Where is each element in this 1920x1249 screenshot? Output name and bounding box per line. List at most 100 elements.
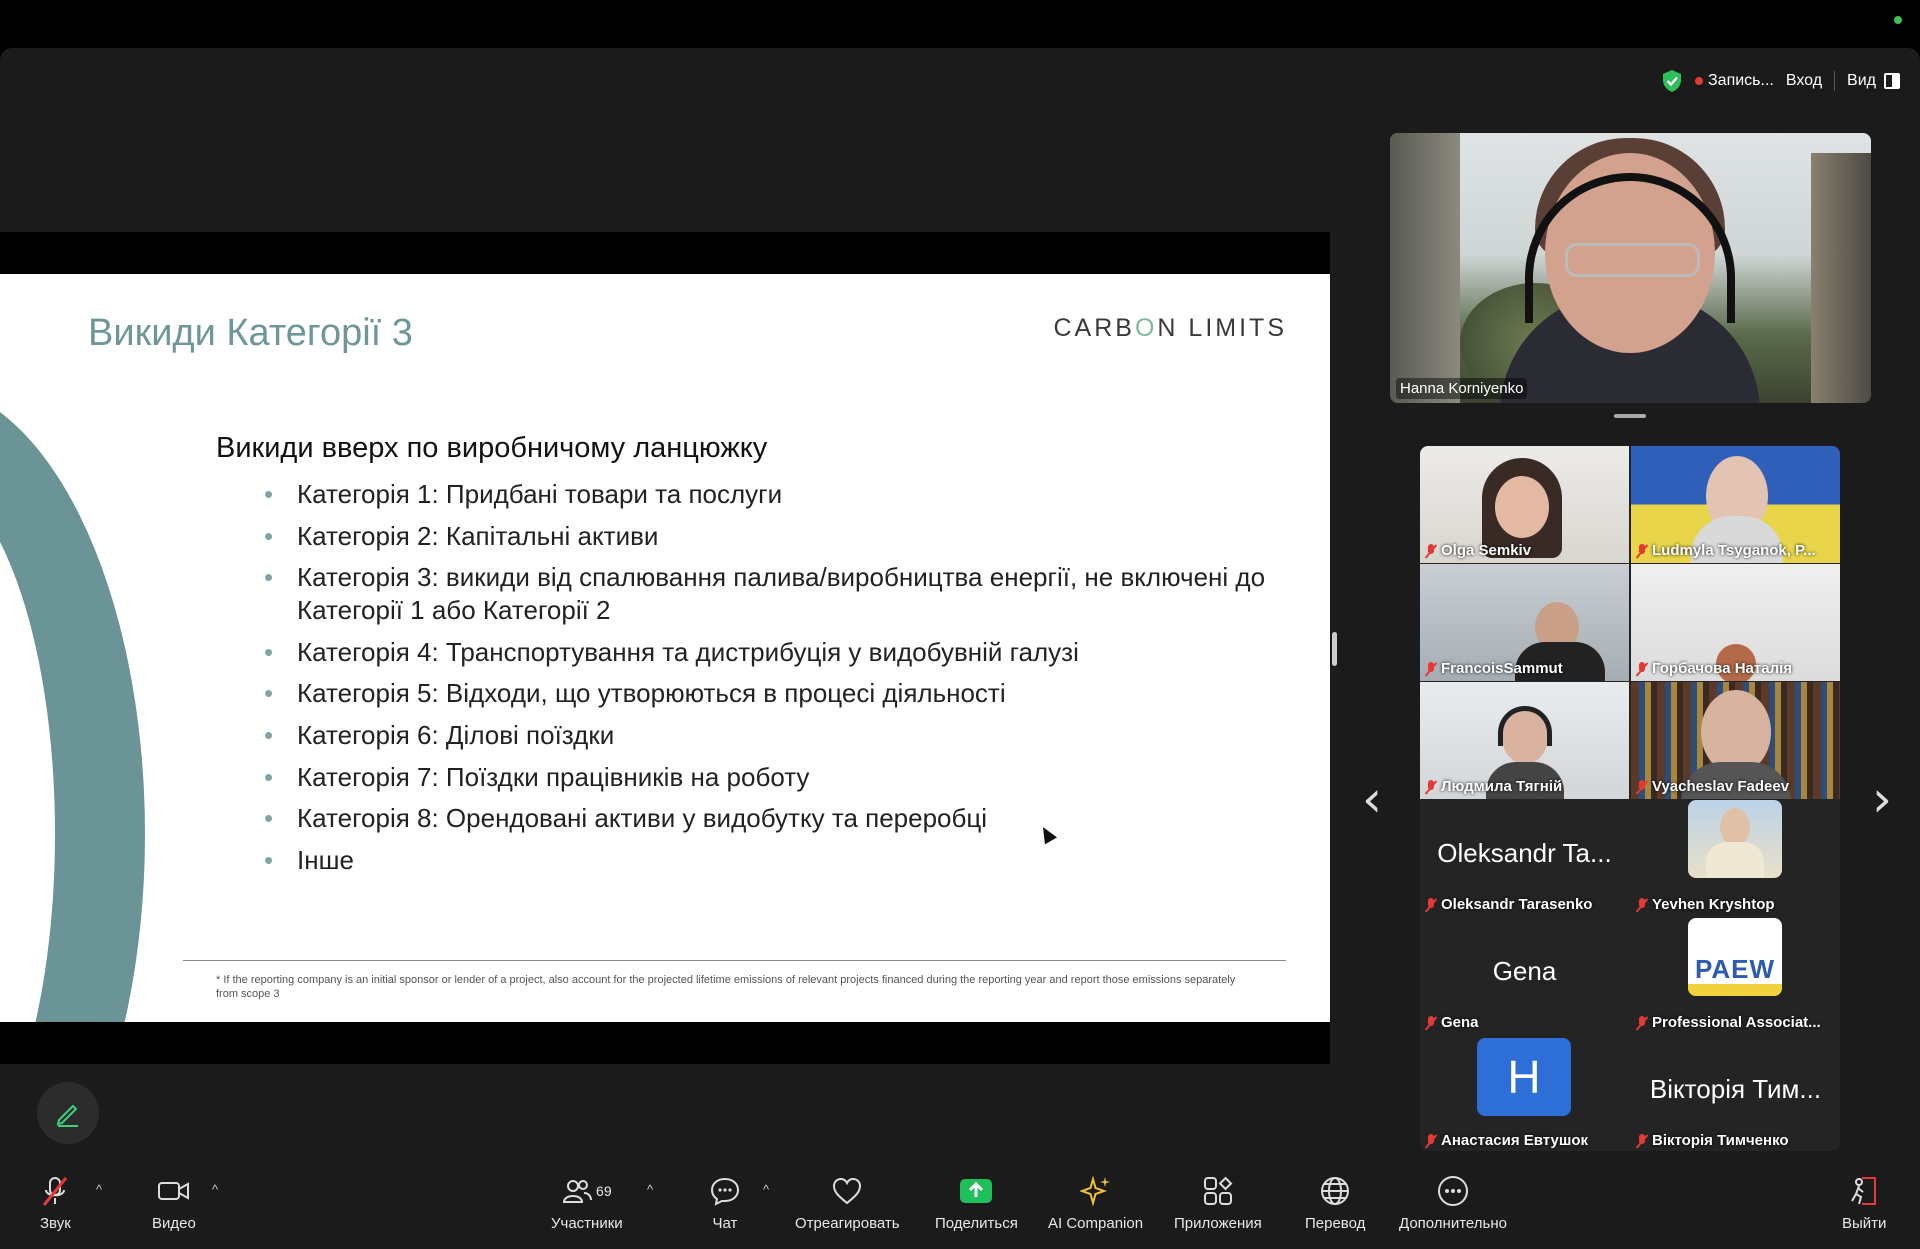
bullet-item: Категорія 3: викиди від спалювання палив… [264, 561, 1274, 627]
mic-muted-icon [1426, 543, 1436, 558]
mic-muted-icon [1637, 661, 1647, 676]
audio-button[interactable]: Звук [40, 1174, 71, 1232]
participant-tile[interactable]: Вікторія Тим... Вікторія Тимченко [1631, 1036, 1840, 1151]
video-options-chevron-icon[interactable]: ^ [212, 1182, 218, 1197]
participant-tile[interactable]: Yevhen Kryshtop [1631, 800, 1840, 917]
presentation-slide: Викиди Категорії 3 CARBON LIMITS Викиди … [0, 274, 1330, 1022]
share-label: Поделиться [935, 1215, 1018, 1232]
camera-icon [157, 1174, 191, 1208]
participant-name: Людмила Тягній [1426, 778, 1562, 795]
apps-icon [1202, 1174, 1234, 1208]
participant-name: Анастасия Евтушок [1426, 1132, 1588, 1149]
mic-muted-icon [40, 1174, 70, 1208]
participant-tile[interactable]: Ludmyla Tsyganok, P... [1631, 446, 1840, 563]
participants-button[interactable]: 69 Участники [551, 1174, 623, 1232]
record-dot-icon [1695, 77, 1703, 85]
background-building [1811, 153, 1871, 403]
security-shield-icon[interactable] [1661, 69, 1683, 93]
audio-label: Звук [40, 1215, 71, 1232]
carbon-limits-logo: CARBON LIMITS [1053, 314, 1287, 342]
slide-title: Викиди Категорії 3 [88, 312, 413, 354]
participant-gallery: Olga Semkiv Ludmyla Tsyganok, P... Franc… [1420, 446, 1840, 1151]
shared-screen[interactable]: Викиди Категорії 3 CARBON LIMITS Викиди … [0, 232, 1330, 1064]
mic-muted-icon [1426, 1133, 1436, 1148]
participants-label: Участники [551, 1215, 623, 1232]
chat-icon [709, 1174, 741, 1208]
participant-tile[interactable]: Olga Semkiv [1420, 446, 1629, 563]
participant-display-name: Gena [1492, 956, 1557, 986]
chat-options-chevron-icon[interactable]: ^ [763, 1182, 769, 1197]
globe-icon [1319, 1174, 1351, 1208]
leave-button[interactable]: Выйти [1842, 1174, 1886, 1232]
annotate-button[interactable] [37, 1082, 99, 1144]
apps-button[interactable]: Приложения [1174, 1174, 1262, 1232]
participant-name: Gena [1426, 1014, 1479, 1031]
react-button[interactable]: Отреагировать [795, 1174, 900, 1232]
participant-tile[interactable]: Горбачова Наталія [1631, 564, 1840, 681]
gallery-next-arrow-icon[interactable]: › [1872, 770, 1892, 828]
participant-tile[interactable]: Людмила Тягній [1420, 682, 1629, 799]
mic-muted-icon [1426, 897, 1436, 912]
recording-indicator[interactable]: Запись... [1695, 72, 1774, 90]
react-label: Отреагировать [795, 1215, 900, 1232]
participants-options-chevron-icon[interactable]: ^ [647, 1182, 653, 1197]
participant-tile[interactable]: Gena Gena [1420, 918, 1629, 1035]
participant-name: Ludmyla Tsyganok, P... [1637, 542, 1816, 559]
speaker-drag-handle[interactable] [1614, 414, 1646, 418]
system-top-strip [0, 0, 1920, 48]
bullet-item: Категорія 7: Поїздки працівників на робо… [264, 761, 1274, 794]
gallery-prev-arrow-icon[interactable]: ‹ [1362, 770, 1382, 828]
view-button[interactable]: Вид [1847, 72, 1900, 90]
mic-muted-icon [1637, 897, 1647, 912]
translate-label: Перевод [1305, 1215, 1366, 1232]
bullet-item: Категорія 8: Орендовані активи у видобут… [264, 802, 1274, 835]
chat-label: Чат [712, 1215, 738, 1232]
slide-subheading: Викиди вверх по виробничому ланцюжку [216, 432, 768, 464]
speaker-name-label: Hanna Korniyenko [1396, 378, 1528, 399]
participant-name: Oleksandr Tarasenko [1426, 896, 1592, 913]
more-label: Дополнительно [1399, 1215, 1507, 1232]
bullet-item: Категорія 6: Ділові поїздки [264, 719, 1274, 752]
participant-name: Olga Semkiv [1426, 542, 1531, 559]
slide-footnote: * If the reporting company is an initial… [216, 974, 1236, 1000]
participant-tile[interactable]: FrancoisSammut [1420, 564, 1629, 681]
more-button[interactable]: Дополнительно [1399, 1174, 1507, 1232]
meeting-toolbar: Звук ^ Видео ^ 69 Участники ^ Чат ^ Отре… [0, 1160, 1920, 1249]
active-speaker-video[interactable]: Hanna Korniyenko [1390, 133, 1871, 403]
mic-muted-icon [1637, 1133, 1647, 1148]
participant-tile[interactable]: PAEW Professional Associat... [1631, 918, 1840, 1035]
video-button[interactable]: Видео [152, 1174, 196, 1232]
participant-tile[interactable]: Vyacheslav Fadeev [1631, 682, 1840, 799]
footnote-divider [183, 960, 1286, 961]
ai-companion-button[interactable]: AI Companion [1048, 1174, 1143, 1232]
mic-muted-icon [1426, 1015, 1436, 1030]
participant-tile[interactable]: Oleksandr Ta... Oleksandr Tarasenko [1420, 800, 1629, 917]
participant-display-name: Oleksandr Ta... [1437, 838, 1612, 868]
participant-name: FrancoisSammut [1426, 660, 1563, 677]
login-button[interactable]: Вход [1786, 72, 1822, 90]
sparkle-icon [1079, 1174, 1112, 1208]
share-screen-icon [959, 1174, 993, 1208]
view-label: Вид [1847, 72, 1876, 89]
record-label: Запись... [1708, 72, 1774, 89]
participant-face [1495, 476, 1549, 538]
audio-options-chevron-icon[interactable]: ^ [96, 1182, 102, 1197]
background-building [1390, 133, 1460, 403]
participants-count: 69 [596, 1183, 612, 1199]
leave-door-icon [1848, 1174, 1880, 1208]
translate-button[interactable]: Перевод [1305, 1174, 1365, 1232]
chat-button[interactable]: Чат [709, 1174, 741, 1232]
participant-name: Professional Associat... [1637, 1014, 1821, 1031]
paew-logo-avatar: PAEW [1688, 918, 1782, 996]
participant-tile[interactable]: H Анастасия Евтушок [1420, 1036, 1629, 1151]
share-screen-button[interactable]: Поделиться [935, 1174, 1018, 1232]
ai-companion-label: AI Companion [1048, 1215, 1144, 1232]
camera-indicator-dot [1894, 16, 1902, 24]
letter-avatar: H [1477, 1038, 1571, 1116]
mic-muted-icon [1637, 779, 1647, 794]
more-dots-icon [1437, 1174, 1469, 1208]
layout-view-icon [1884, 73, 1900, 89]
panel-resize-handle[interactable] [1332, 632, 1337, 666]
slide-decorative-arch [0, 384, 145, 1022]
participant-display-name: Вікторія Тим... [1649, 1074, 1822, 1104]
